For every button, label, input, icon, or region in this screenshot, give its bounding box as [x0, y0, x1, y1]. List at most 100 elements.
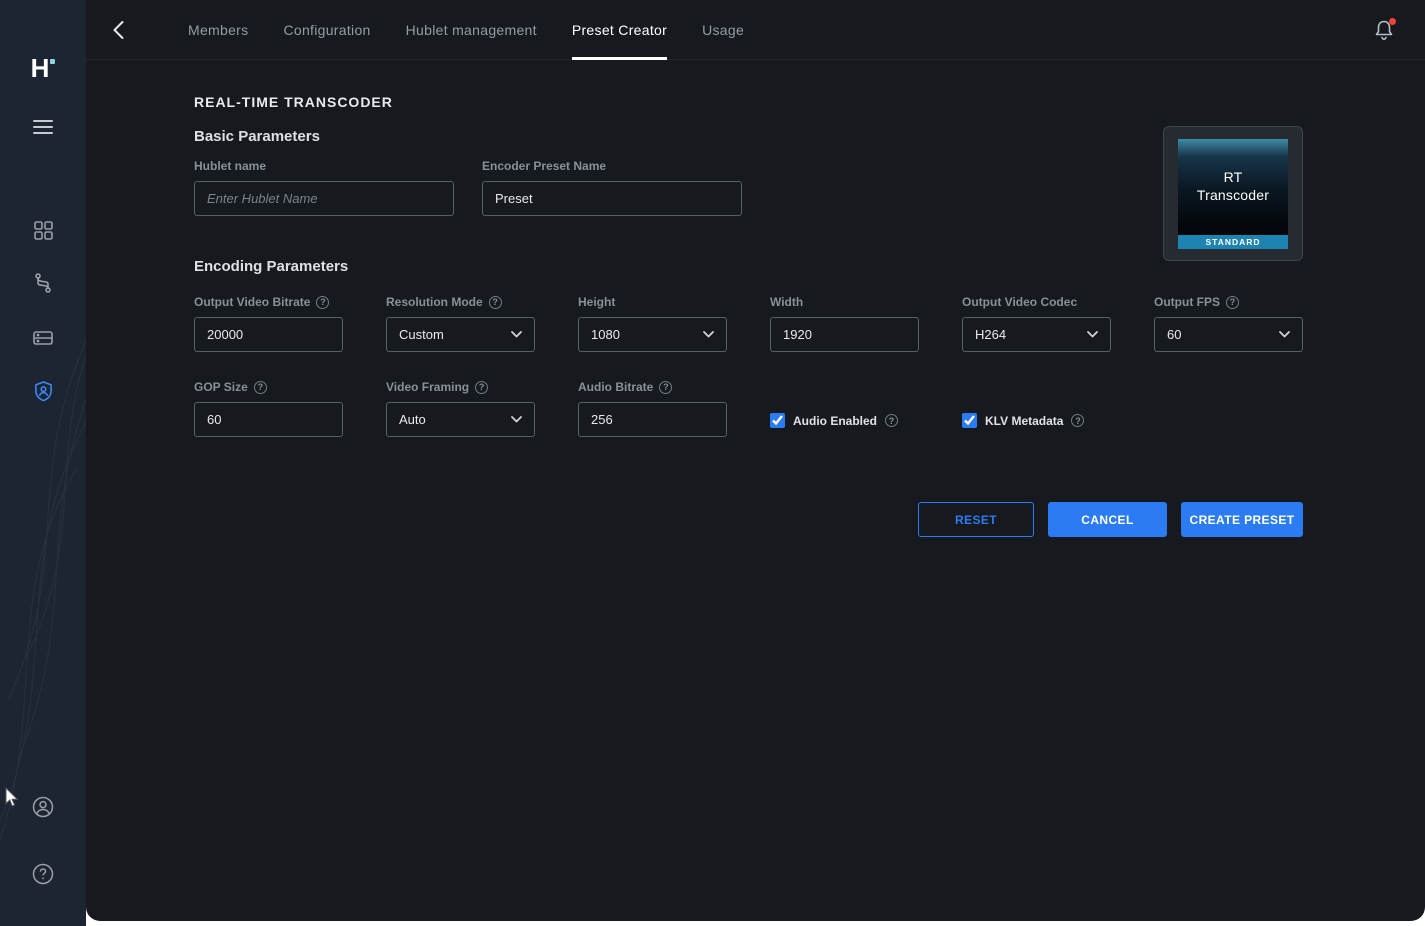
encoding-parameters-heading: Encoding Parameters — [194, 258, 1303, 275]
cancel-button[interactable]: CANCEL — [1048, 502, 1167, 537]
rt-transcoder-card-title: RT Transcoder — [1178, 139, 1288, 235]
width-field: Width — [770, 295, 919, 352]
streams-icon[interactable] — [27, 267, 59, 299]
chevron-down-icon — [703, 331, 714, 338]
tab-hublet-management[interactable]: Hublet management — [406, 0, 537, 60]
app-root: H — [0, 0, 1425, 926]
height-label: Height — [578, 295, 727, 309]
card-title-line2: Transcoder — [1197, 187, 1269, 205]
video-framing-label: Video Framing — [386, 380, 535, 394]
resolution-mode-label-text: Resolution Mode — [386, 295, 483, 309]
klv-metadata-field: KLV Metadata — [962, 403, 1111, 438]
resolution-mode-label: Resolution Mode — [386, 295, 535, 309]
encoder-preset-name-field: Encoder Preset Name — [482, 159, 742, 216]
output-video-bitrate-label-text: Output Video Bitrate — [194, 295, 310, 309]
notifications-bell-icon[interactable] — [1371, 17, 1397, 43]
chevron-down-icon — [1279, 331, 1290, 338]
empty-cell — [1154, 380, 1303, 438]
tab-usage[interactable]: Usage — [702, 0, 744, 60]
encoder-preset-name-label: Encoder Preset Name — [482, 159, 742, 173]
output-fps-value: 60 — [1167, 327, 1181, 342]
tab-members[interactable]: Members — [188, 0, 248, 60]
width-label-text: Width — [770, 295, 803, 309]
output-fps-field: Output FPS 60 — [1154, 295, 1303, 352]
resolution-mode-help-icon[interactable] — [489, 296, 502, 309]
encoding-parameters-row-2: GOP Size Video Framing Auto — [194, 380, 1303, 438]
standard-badge: STANDARD — [1178, 235, 1288, 249]
audio-enabled-label: Audio Enabled — [793, 414, 877, 428]
hublet-name-label: Hublet name — [194, 159, 454, 173]
output-video-bitrate-label: Output Video Bitrate — [194, 295, 343, 309]
preset-creator-content: REAL-TIME TRANSCODER Basic Parameters Hu… — [86, 94, 1425, 537]
output-video-bitrate-input[interactable] — [194, 317, 343, 352]
chevron-down-icon — [1087, 331, 1098, 338]
klv-metadata-checkbox[interactable] — [962, 413, 977, 428]
output-video-codec-label-text: Output Video Codec — [962, 295, 1077, 309]
audio-bitrate-label: Audio Bitrate — [578, 380, 727, 394]
height-label-text: Height — [578, 295, 615, 309]
video-framing-field: Video Framing Auto — [386, 380, 535, 438]
main-panel: Members Configuration Hublet management … — [86, 0, 1425, 921]
form-actions: RESET CANCEL CREATE PRESET — [194, 502, 1303, 537]
audio-enabled-checkbox[interactable] — [770, 413, 785, 428]
audio-bitrate-field: Audio Bitrate — [578, 380, 727, 438]
gop-size-label-text: GOP Size — [194, 380, 248, 394]
basic-parameters-row: Hublet name Encoder Preset Name — [194, 159, 1303, 216]
output-fps-label: Output FPS — [1154, 295, 1303, 309]
output-video-codec-label: Output Video Codec — [962, 295, 1111, 309]
output-fps-help-icon[interactable] — [1226, 296, 1239, 309]
app-logo: H — [27, 52, 59, 84]
menu-icon[interactable] — [27, 111, 59, 143]
sidebar: H — [0, 0, 86, 926]
output-fps-label-text: Output FPS — [1154, 295, 1220, 309]
audio-bitrate-help-icon[interactable] — [659, 381, 672, 394]
gop-size-help-icon[interactable] — [254, 381, 267, 394]
hublet-name-input[interactable] — [194, 181, 454, 216]
height-select[interactable]: 1080 — [578, 317, 727, 352]
klv-metadata-help-icon[interactable] — [1071, 414, 1084, 427]
video-framing-select[interactable]: Auto — [386, 402, 535, 437]
audio-bitrate-label-text: Audio Bitrate — [578, 380, 653, 394]
help-circle-icon[interactable] — [27, 858, 59, 890]
back-button[interactable] — [104, 16, 132, 44]
rt-transcoder-card: RT Transcoder STANDARD — [1178, 139, 1288, 249]
chevron-down-icon — [511, 416, 522, 423]
output-video-codec-value: H264 — [975, 327, 1006, 342]
notification-badge-dot — [1389, 18, 1396, 25]
tab-configuration[interactable]: Configuration — [283, 0, 370, 60]
tab-preset-creator[interactable]: Preset Creator — [572, 0, 667, 60]
output-fps-select[interactable]: 60 — [1154, 317, 1303, 352]
resolution-mode-select[interactable]: Custom — [386, 317, 535, 352]
audio-enabled-help-icon[interactable] — [885, 414, 898, 427]
tab-bar: Members Configuration Hublet management … — [188, 0, 779, 60]
width-label: Width — [770, 295, 919, 309]
encoding-parameters-row-1: Output Video Bitrate Resolution Mode Cus… — [194, 295, 1303, 352]
output-video-codec-field: Output Video Codec H264 — [962, 295, 1111, 352]
gop-size-label: GOP Size — [194, 380, 343, 394]
width-input[interactable] — [770, 317, 919, 352]
hublet-name-field: Hublet name — [194, 159, 454, 216]
encoder-preset-name-input[interactable] — [482, 181, 742, 216]
output-video-codec-select[interactable]: H264 — [962, 317, 1111, 352]
hublets-server-icon[interactable] — [27, 322, 59, 354]
output-video-bitrate-help-icon[interactable] — [316, 296, 329, 309]
audio-enabled-field: Audio Enabled — [770, 403, 919, 438]
reset-button[interactable]: RESET — [918, 502, 1034, 537]
dashboard-grid-icon[interactable] — [27, 214, 59, 246]
page-title: REAL-TIME TRANSCODER — [194, 94, 1303, 110]
audio-bitrate-input[interactable] — [578, 402, 727, 437]
output-video-bitrate-field: Output Video Bitrate — [194, 295, 343, 352]
basic-parameters-heading: Basic Parameters — [194, 128, 1303, 145]
admin-shield-icon[interactable] — [27, 375, 59, 407]
create-preset-button[interactable]: CREATE PRESET — [1181, 502, 1303, 537]
resolution-mode-field: Resolution Mode Custom — [386, 295, 535, 352]
gop-size-field: GOP Size — [194, 380, 343, 438]
video-framing-help-icon[interactable] — [475, 381, 488, 394]
app-logo-accent — [50, 59, 55, 64]
height-field: Height 1080 — [578, 295, 727, 352]
klv-metadata-label: KLV Metadata — [985, 414, 1063, 428]
profile-icon[interactable] — [27, 791, 59, 823]
card-title-line1: RT — [1224, 169, 1243, 187]
gop-size-input[interactable] — [194, 402, 343, 437]
preset-type-card: RT Transcoder STANDARD — [1163, 126, 1303, 261]
